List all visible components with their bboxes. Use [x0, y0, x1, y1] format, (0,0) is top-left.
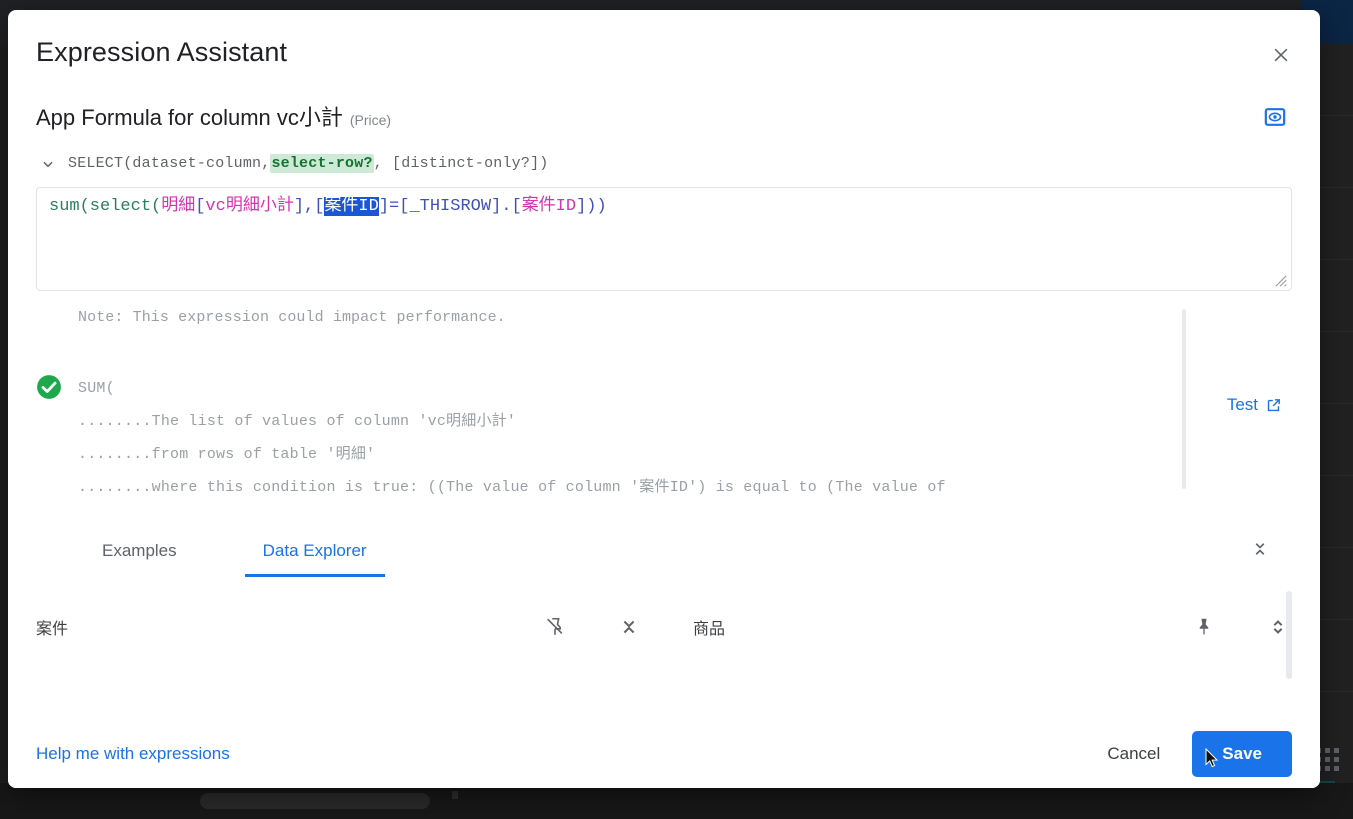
expr-token-table: 明細 — [161, 197, 196, 216]
expr-token-bracket-comma: ],[ — [293, 197, 325, 216]
result-line: ........where this condition is true: ((… — [78, 479, 946, 496]
explorer-group-shohin: 商品 — [693, 613, 1292, 641]
explorer-groups: 案件 商品 — [36, 587, 1292, 667]
collapse-vertical-icon — [1255, 543, 1265, 555]
dialog-header: Expression Assistant — [8, 10, 1320, 94]
expr-token-column: vc明細小計 — [205, 197, 294, 216]
signature-suffix: , [distinct-only?]) — [373, 155, 549, 172]
help-link[interactable]: Help me with expressions — [36, 744, 230, 764]
close-icon — [1274, 48, 1288, 62]
test-button[interactable]: Test — [1227, 395, 1282, 415]
result-row: SUM( ........The list of values of colum… — [36, 372, 1292, 504]
background-pill-small — [452, 791, 458, 799]
result-line: SUM( — [78, 380, 115, 397]
data-explorer-panel: 案件 商品 — [36, 587, 1292, 683]
chevron-down-icon — [43, 161, 53, 167]
expr-token-dot-bracket: ].[ — [491, 197, 522, 216]
result-line: ........The list of values of column 'vc… — [78, 413, 517, 430]
expr-token-sum-select: sum(select( — [49, 197, 162, 216]
expr-token-close: ])) — [576, 197, 607, 216]
resize-grip-icon — [1275, 275, 1287, 287]
editor-resize-handle[interactable] — [1274, 274, 1288, 288]
pin-off-icon — [547, 617, 563, 635]
validation-status — [36, 374, 62, 400]
tab-data-explorer[interactable]: Data Explorer — [244, 525, 385, 577]
cancel-button[interactable]: Cancel — [1089, 734, 1178, 774]
page-title: Expression Assistant — [36, 36, 288, 67]
check-circle-icon — [37, 375, 61, 399]
pin-icon — [1199, 618, 1209, 635]
tab-label: Data Explorer — [262, 541, 367, 560]
expr-token-column2: 案件ID — [521, 197, 577, 216]
explorer-group-label: 案件 — [36, 621, 69, 638]
expression-assistant-dialog: Expression Assistant App Formula for col… — [8, 10, 1320, 788]
signature-toggle[interactable] — [36, 157, 60, 171]
tab-bar: Examples Data Explorer — [36, 521, 1292, 577]
formula-heading: App Formula for column vc小計 — [36, 105, 343, 130]
function-signature: SELECT(dataset-column, select-row? , [di… — [36, 154, 1292, 173]
expr-token-selected[interactable]: 案件ID — [324, 197, 379, 216]
close-button[interactable] — [1264, 38, 1298, 72]
collapse-vertical-icon — [623, 620, 635, 634]
expression-text: sum(select(明細[vc明細小計],[案件ID]=[_THISROW].… — [49, 196, 1279, 218]
expression-editor[interactable]: sum(select(明細[vc明細小計],[案件ID]=[_THISROW].… — [36, 187, 1292, 291]
formula-heading-suffix: (Price) — [349, 112, 392, 128]
signature-prefix: SELECT(dataset-column, — [68, 155, 271, 172]
pin-button[interactable] — [1190, 613, 1218, 641]
formula-heading-row: App Formula for column vc小計 (Price) — [36, 94, 1292, 132]
explorer-group-anken: 案件 — [36, 613, 643, 641]
save-button[interactable]: Save — [1192, 730, 1292, 777]
expr-token-bracket-open: [ — [195, 197, 206, 216]
explorer-scrollbar[interactable] — [1286, 591, 1292, 679]
panel-collapse-button[interactable] — [1244, 533, 1276, 565]
explorer-group-label: 商品 — [692, 621, 725, 638]
pin-off-button[interactable] — [541, 613, 569, 641]
expr-token-equals: ]=[ — [378, 197, 410, 216]
background-pill — [200, 793, 430, 809]
preview-eye-icon — [1264, 108, 1286, 126]
tab-label: Examples — [102, 541, 177, 560]
result-scrollbar[interactable] — [1182, 309, 1186, 489]
dialog-body: App Formula for column vc小計 (Price) SELE… — [8, 94, 1320, 718]
expr-token-thisrow: _THISROW — [409, 197, 492, 216]
dialog-footer: Help me with expressions Cancel Save — [8, 718, 1320, 788]
explorer-collapse-button[interactable] — [615, 613, 643, 641]
signature-highlight: select-row? — [270, 154, 374, 173]
open-in-new-icon — [1267, 398, 1280, 411]
performance-note: Note: This expression could impact perfo… — [78, 309, 506, 326]
result-description: SUM( ........The list of values of colum… — [78, 372, 1292, 504]
result-panel: Note: This expression could impact perfo… — [36, 309, 1292, 517]
preview-button[interactable] — [1258, 100, 1292, 134]
test-label: Test — [1226, 395, 1258, 414]
result-line: ........from rows of table '明細' — [78, 446, 376, 463]
tab-examples[interactable]: Examples — [84, 525, 195, 577]
